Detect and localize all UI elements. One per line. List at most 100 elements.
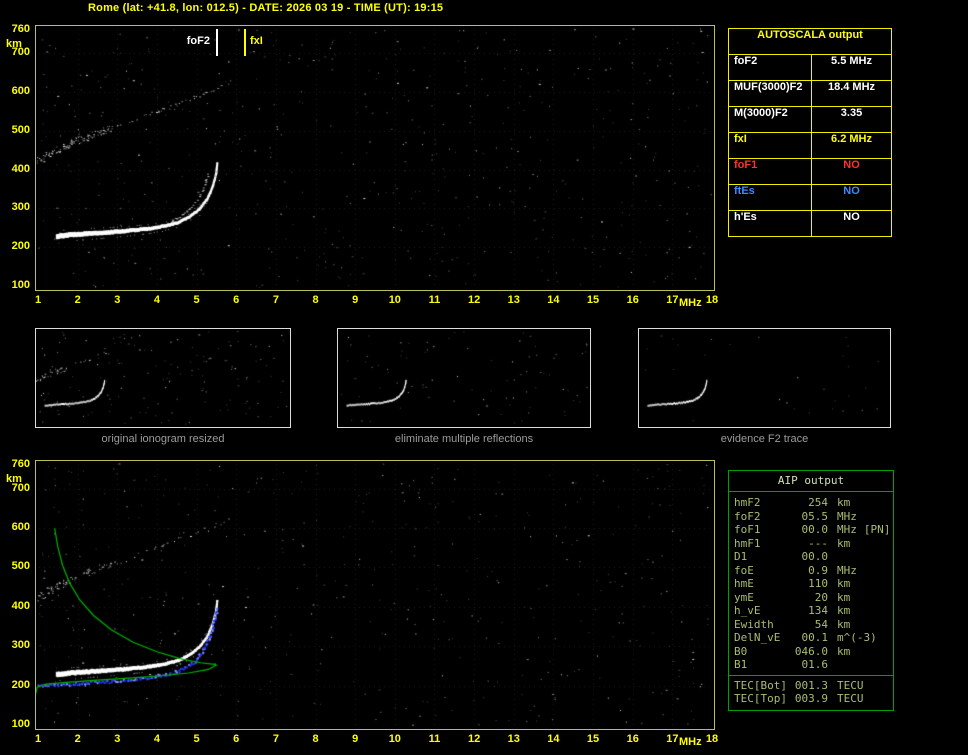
- aip-param-unit: MHz: [837, 563, 857, 577]
- autoscala-param-value: 3.35: [840, 107, 863, 119]
- aip-param-unit: km: [837, 496, 851, 509]
- aip-param-label: ymE: [734, 590, 754, 604]
- aip-param-unit: MHz: [837, 523, 857, 536]
- aip-tec-unit: TECU: [837, 678, 864, 692]
- aip-param-value: 54: [814, 617, 828, 631]
- aip-row: B0 046.0 km: [729, 645, 893, 659]
- x-axis-tick-label: 2: [74, 733, 81, 745]
- aip-tec-label: TEC[Top]: [734, 692, 787, 705]
- y-axis-tick-label: 200: [11, 240, 30, 253]
- x-axis-tick-label: 11: [428, 733, 441, 745]
- x-axis-tick-label: 8: [312, 294, 319, 306]
- aip-row: B1 01.6: [729, 658, 893, 672]
- aip-param-unit: km: [837, 644, 851, 658]
- aip-row: foF1 00.0 MHz [PN]: [729, 523, 893, 537]
- x-axis-tick-label: 12: [467, 733, 481, 745]
- aip-param-label: hmF2: [734, 496, 761, 509]
- x-axis-tick-label: 6: [233, 294, 240, 306]
- y-axis-tick-label: 760: [11, 23, 30, 35]
- y-axis-tick-label: 400: [11, 599, 30, 612]
- top-ionogram-canvas: [36, 26, 714, 290]
- aip-param-value: 20: [814, 590, 828, 604]
- aip-param-label: DelN_vE: [734, 631, 781, 644]
- aip-tec-row: TEC[Bot] 001.3 TECU: [729, 679, 893, 693]
- aip-param-unit: km: [837, 536, 851, 550]
- foF2-marker-label: foF2: [186, 35, 210, 47]
- aip-param-value: 254: [808, 496, 828, 509]
- aip-param-unit: km: [837, 617, 851, 631]
- thumbnail-caption-1: original ionogram resized: [101, 433, 225, 445]
- x-axis-tick-label: 17: [666, 733, 679, 745]
- aip-row: hmF1 --- km: [729, 537, 893, 551]
- autoscala-row: foF1 NO: [729, 159, 891, 185]
- autoscala-param-value: 5.5 MHz: [831, 55, 872, 67]
- x-axis-tick-label: 3: [114, 294, 121, 306]
- aip-param-label: foF2: [734, 509, 761, 523]
- aip-row: D1 00.0: [729, 550, 893, 564]
- fxI-marker-label: fxI: [250, 35, 263, 47]
- y-axis-tick-label: 400: [11, 162, 30, 175]
- bottom-ionogram-plot: [35, 460, 715, 730]
- autoscala-param-label: h'Es: [729, 211, 812, 236]
- autoscala-param-label: foF2: [729, 55, 812, 80]
- aip-param-value: 00.0: [801, 550, 829, 563]
- aip-param-value: 00.0: [801, 523, 829, 536]
- aip-output-table: AIP output hmF2 254 km foF2 05.5 MHz foF1 00.0 M…: [728, 470, 894, 711]
- aip-tec-label: TEC[Bot]: [734, 678, 787, 692]
- aip-param-unit: m^(-3): [837, 631, 877, 644]
- aip-param-label: B1: [734, 658, 748, 671]
- aip-row: hmE 110 km: [729, 577, 893, 591]
- x-axis-tick-label: 7: [272, 294, 279, 306]
- autoscala-param-value: NO: [843, 185, 860, 197]
- autoscala-param-value: 6.2 MHz: [831, 133, 872, 145]
- aip-table-rows: hmF2 254 km foF2 05.5 MHz foF1 00.0 MHz [PN] hmF1 -…: [729, 492, 893, 675]
- thumbnail-caption-3: evidence F2 trace: [720, 433, 809, 445]
- aip-row: foF2 05.5 MHz: [729, 510, 893, 524]
- thumbnail-evidence-canvas: [639, 329, 890, 427]
- autoscala-row: fxI 6.2 MHz: [729, 133, 891, 159]
- autoscala-param-label: fxI: [729, 133, 812, 158]
- aip-param-value: 00.1: [801, 631, 829, 644]
- aip-param-unit: [828, 550, 837, 564]
- aip-param-unit: [828, 658, 837, 672]
- y-axis-tick-label: 200: [11, 678, 30, 691]
- aip-param-value: 134: [808, 604, 828, 617]
- autoscala-param-label: M(3000)F2: [729, 107, 812, 132]
- x-axis-tick-label: 13: [507, 733, 520, 745]
- x-axis-tick-label: 10: [388, 294, 401, 306]
- top-ionogram-plot: foF2 fxI: [35, 25, 715, 291]
- autoscala-table-rows: foF2 5.5 MHz MUF(3000)F2 18.4 MHz M(3000)F2 3…: [729, 55, 891, 236]
- aip-tec-row: TEC[Top] 003.9 TECU: [729, 692, 893, 706]
- x-axis-tick-label: 1: [34, 294, 42, 306]
- x-axis-tick-label: 13: [507, 294, 520, 306]
- thumbnail-eliminate-canvas: [338, 329, 590, 427]
- aip-row: DelN_vE 00.1 m^(-3): [729, 631, 893, 645]
- y-axis-tick-label: 300: [11, 639, 30, 652]
- x-axis-tick-label: 16: [626, 733, 639, 745]
- aip-param-value: 046.0: [794, 644, 828, 658]
- y-axis-tick-label: 700: [11, 481, 30, 494]
- aip-row: hmF2 254 km: [729, 496, 893, 510]
- y-axis-tick-label: 500: [11, 123, 30, 136]
- autoscala-param-value: 18.4 MHz: [827, 81, 876, 93]
- autoscala-table-title: AUTOSCALA output: [729, 29, 891, 55]
- x-axis-tick-label: 1: [34, 733, 42, 745]
- x-axis-tick-label: 9: [352, 733, 359, 745]
- y-axis-tick-label: 500: [11, 560, 30, 573]
- autoscala-row: foF2 5.5 MHz: [729, 55, 891, 81]
- aip-param-unit: km: [837, 577, 851, 590]
- x-axis-tick-label: 4: [153, 733, 160, 745]
- x-axis-tick-label: 4: [153, 294, 160, 306]
- x-axis-tick-label: 12: [467, 294, 481, 306]
- bottom-ionogram-canvas: [36, 461, 714, 729]
- autoscala-row: M(3000)F2 3.35: [729, 107, 891, 133]
- aip-param-label: B0: [734, 644, 748, 658]
- y-axis-tick-label: 600: [11, 85, 30, 98]
- thumbnail-original-ionogram: [35, 328, 291, 428]
- x-axis-tick-label: 18: [705, 294, 719, 306]
- x-axis-tick-label: 10: [388, 733, 401, 745]
- aip-row: ymE 20 km: [729, 591, 893, 605]
- x-axis-tick-label: 15: [586, 733, 600, 745]
- aip-param-label: hmE: [734, 577, 754, 590]
- thumbnail-evidence-f2: [638, 328, 891, 428]
